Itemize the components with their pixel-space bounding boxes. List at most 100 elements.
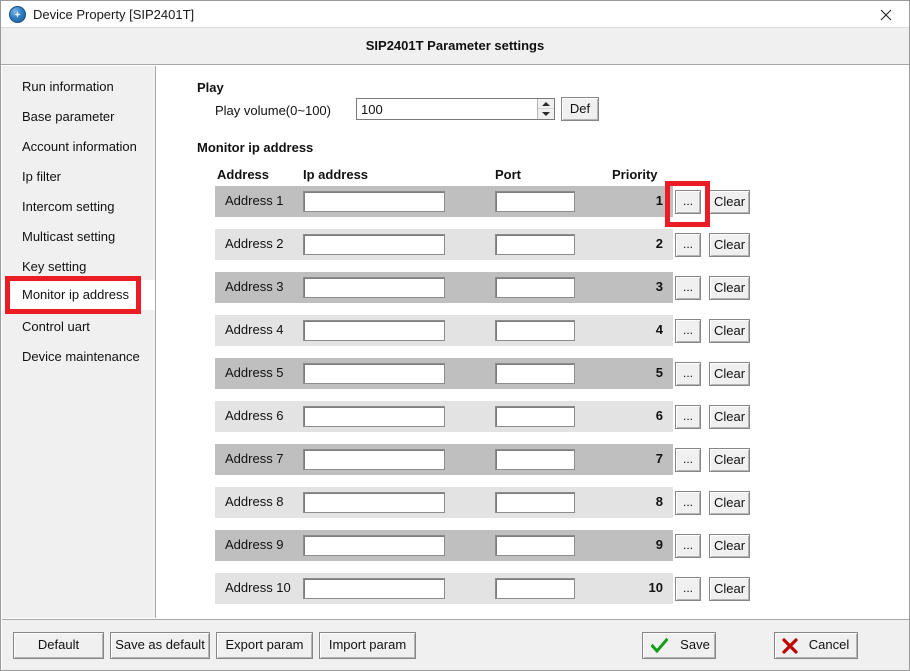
browse-button[interactable]: ... <box>675 577 701 601</box>
column-header-ip: Ip address <box>303 167 369 182</box>
sidebar-item-intercom-setting[interactable]: Intercom setting <box>2 192 155 222</box>
row-address-label: Address 6 <box>225 408 284 423</box>
ip-address-input[interactable] <box>303 363 445 384</box>
sidebar-item-control-uart[interactable]: Control uart <box>2 312 155 342</box>
export-param-button[interactable]: Export param <box>216 632 313 659</box>
ip-address-input[interactable] <box>303 449 445 470</box>
header-band: SIP2401T Parameter settings <box>1 28 909 65</box>
port-input[interactable] <box>495 363 575 384</box>
table-row: Address 5 5 <box>215 358 673 389</box>
ip-address-input[interactable] <box>303 406 445 427</box>
clear-button[interactable]: Clear <box>709 233 750 257</box>
port-input[interactable] <box>495 535 575 556</box>
content-pane: Play Play volume(0~100) 100 Def Monitor … <box>157 66 909 618</box>
play-volume-arrows <box>537 99 554 119</box>
ip-address-input[interactable] <box>303 234 445 255</box>
priority-value: 2 <box>655 236 663 251</box>
caret-up-icon[interactable] <box>538 99 554 109</box>
table-row: Address 8 8 <box>215 487 673 518</box>
window-title: Device Property [SIP2401T] <box>33 7 195 22</box>
save-button[interactable]: Save <box>642 632 716 659</box>
page-title: SIP2401T Parameter settings <box>365 38 545 53</box>
title-bar: Device Property [SIP2401T] <box>1 1 909 28</box>
green-check-icon <box>651 638 668 654</box>
ip-address-input[interactable] <box>303 320 445 341</box>
clear-button[interactable]: Clear <box>709 448 750 472</box>
sidebar-item-account-information[interactable]: Account information <box>2 132 155 162</box>
browse-button[interactable]: ... <box>675 190 701 214</box>
row-address-label: Address 5 <box>225 365 284 380</box>
port-input[interactable] <box>495 191 575 212</box>
close-icon <box>880 9 892 21</box>
port-input[interactable] <box>495 277 575 298</box>
sidebar-item-monitor-ip-address[interactable]: Monitor ip address <box>2 280 155 310</box>
port-input[interactable] <box>495 578 575 599</box>
priority-value: 3 <box>655 279 663 294</box>
column-header-port: Port <box>495 167 521 182</box>
browse-button[interactable]: ... <box>675 448 701 472</box>
sidebar-item-device-maintenance[interactable]: Device maintenance <box>2 342 155 372</box>
row-address-label: Address 2 <box>225 236 284 251</box>
ip-address-input[interactable] <box>303 277 445 298</box>
play-volume-default-button[interactable]: Def <box>561 97 599 121</box>
priority-value: 5 <box>655 365 663 380</box>
priority-value: 4 <box>655 322 663 337</box>
play-volume-spinner[interactable]: 100 <box>356 98 555 120</box>
clear-button[interactable]: Clear <box>709 405 750 429</box>
browse-button[interactable]: ... <box>675 405 701 429</box>
row-address-label: Address 7 <box>225 451 284 466</box>
port-input[interactable] <box>495 320 575 341</box>
default-button[interactable]: Default <box>13 632 104 659</box>
table-row: Address 2 2 <box>215 229 673 260</box>
sidebar-item-ip-filter[interactable]: Ip filter <box>2 162 155 192</box>
sidebar-item-run-information[interactable]: Run information <box>2 72 155 102</box>
port-input[interactable] <box>495 449 575 470</box>
table-row: Address 10 10 <box>215 573 673 604</box>
browse-button[interactable]: ... <box>675 491 701 515</box>
browse-button[interactable]: ... <box>675 319 701 343</box>
ip-address-input[interactable] <box>303 535 445 556</box>
import-param-button[interactable]: Import param <box>319 632 416 659</box>
clear-button[interactable]: Clear <box>709 319 750 343</box>
clear-button[interactable]: Clear <box>709 362 750 386</box>
table-row: Address 1 1 <box>215 186 673 217</box>
close-button[interactable] <box>863 1 909 27</box>
clear-button[interactable]: Clear <box>709 276 750 300</box>
sidebar-item-base-parameter[interactable]: Base parameter <box>2 102 155 132</box>
monitor-group-label: Monitor ip address <box>197 140 314 155</box>
ip-address-input[interactable] <box>303 578 445 599</box>
port-input[interactable] <box>495 406 575 427</box>
priority-value: 10 <box>648 580 663 595</box>
device-globe-icon <box>9 6 26 23</box>
row-address-label: Address 1 <box>225 193 284 208</box>
clear-button[interactable]: Clear <box>709 190 750 214</box>
sidebar-item-key-setting[interactable]: Key setting <box>2 252 155 282</box>
browse-button[interactable]: ... <box>675 362 701 386</box>
play-group-label: Play <box>197 80 224 95</box>
row-address-label: Address 3 <box>225 279 284 294</box>
column-header-priority: Priority <box>612 167 658 182</box>
save-as-default-button[interactable]: Save as default <box>110 632 210 659</box>
clear-button[interactable]: Clear <box>709 577 750 601</box>
browse-button[interactable]: ... <box>675 233 701 257</box>
red-x-icon <box>782 638 798 654</box>
cancel-button[interactable]: Cancel <box>774 632 858 659</box>
cancel-button-label: Cancel <box>808 637 850 652</box>
device-property-window: Device Property [SIP2401T] SIP2401T Para… <box>0 0 910 671</box>
browse-button[interactable]: ... <box>675 276 701 300</box>
row-address-label: Address 8 <box>225 494 284 509</box>
port-input[interactable] <box>495 492 575 513</box>
ip-address-input[interactable] <box>303 492 445 513</box>
clear-button[interactable]: Clear <box>709 534 750 558</box>
sidebar-item-multicast-setting[interactable]: Multicast setting <box>2 222 155 252</box>
column-header-address: Address <box>217 167 270 182</box>
ip-address-input[interactable] <box>303 191 445 212</box>
caret-down-icon[interactable] <box>538 109 554 119</box>
sidebar: Run information Base parameter Account i… <box>2 66 156 618</box>
priority-value: 7 <box>655 451 663 466</box>
clear-button[interactable]: Clear <box>709 491 750 515</box>
table-row: Address 6 6 <box>215 401 673 432</box>
port-input[interactable] <box>495 234 575 255</box>
browse-button[interactable]: ... <box>675 534 701 558</box>
play-volume-value: 100 <box>361 102 383 117</box>
